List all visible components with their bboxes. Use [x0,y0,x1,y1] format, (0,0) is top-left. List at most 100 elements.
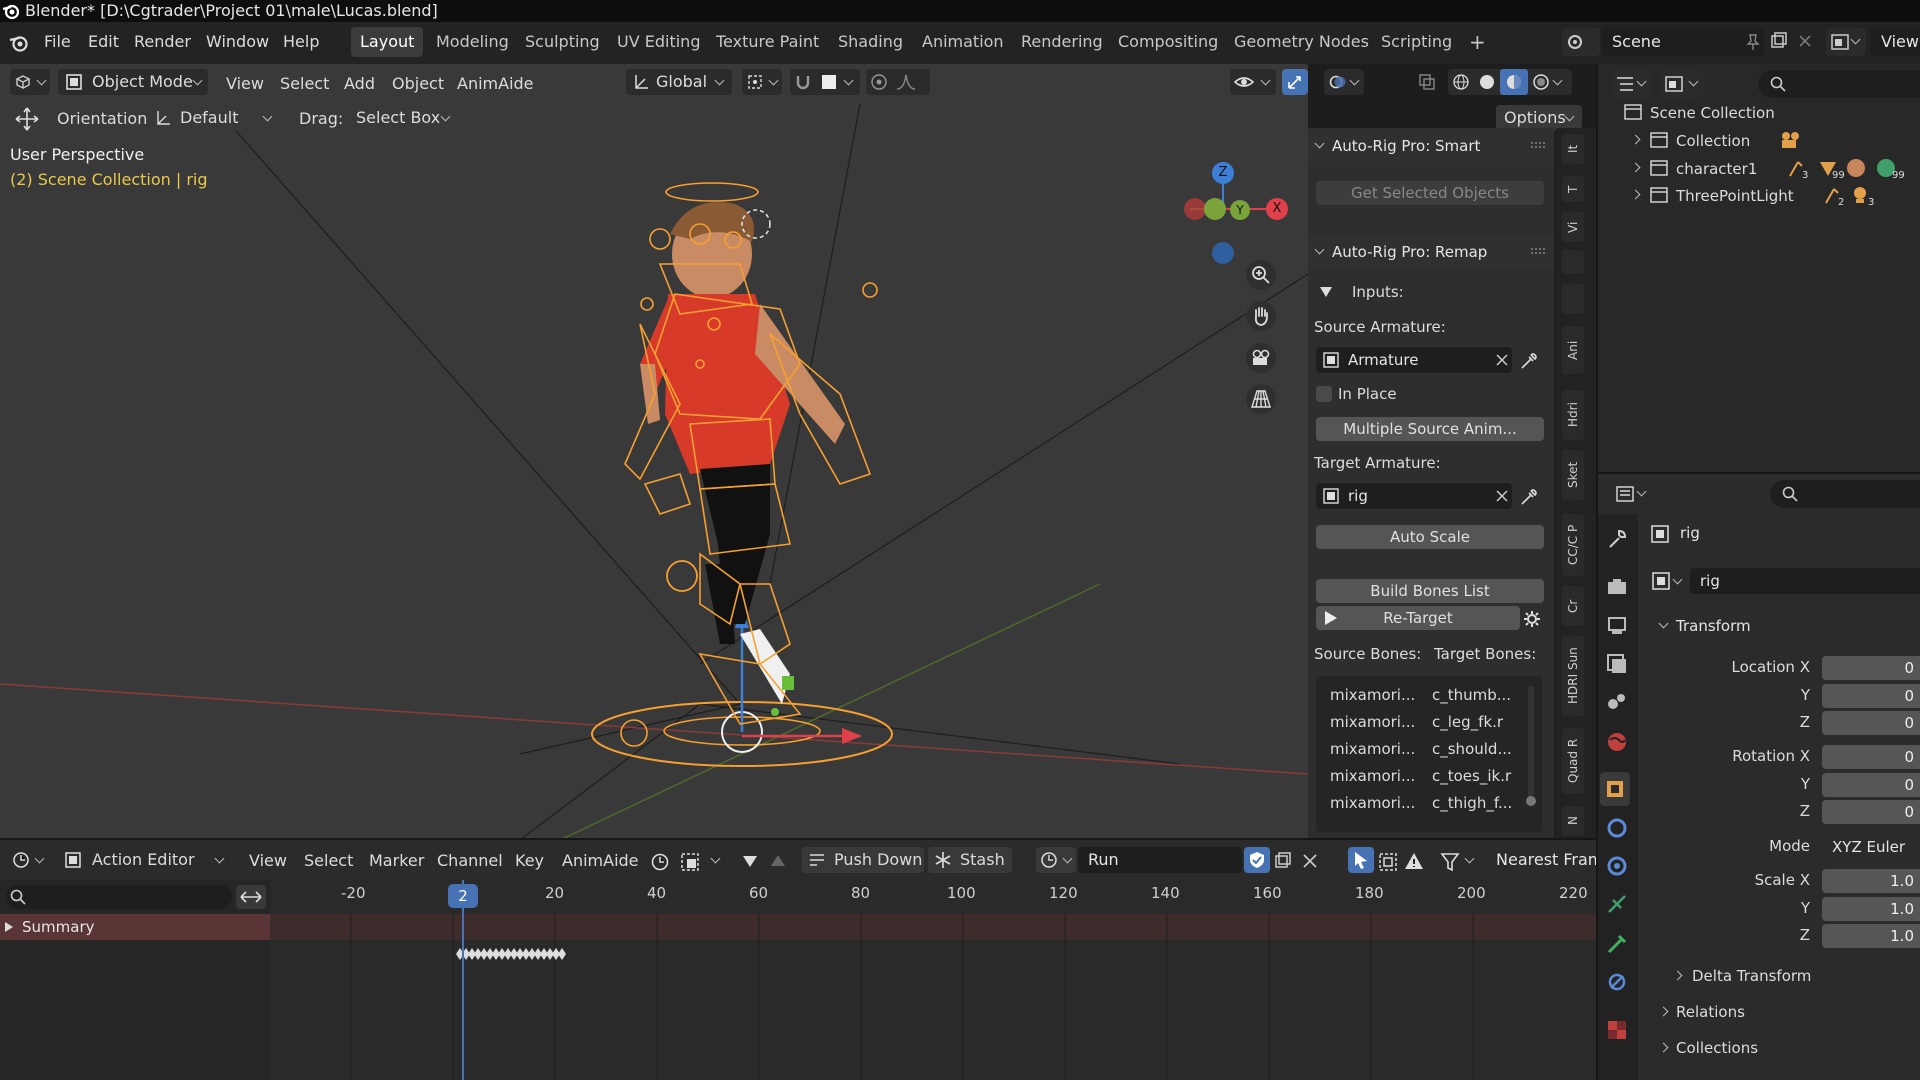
delta-transform-header[interactable]: Delta Transform [1664,964,1920,990]
tab-sculpting[interactable]: Sculpting [516,27,609,57]
only-show-selected-button[interactable] [1348,847,1374,873]
bone-target[interactable]: c_leg_fk.r [1432,713,1503,731]
action-up-icon[interactable] [770,854,786,868]
tab-layout[interactable]: Layout [351,27,424,57]
head-halo-control[interactable] [665,182,759,202]
list-scroll-thumb[interactable] [1526,796,1536,806]
bone-source[interactable]: mixamori... [1330,767,1415,785]
drag-selector[interactable]: Select Box [350,105,456,131]
timeline-menu-marker[interactable]: Marker [369,851,424,870]
visibility-button[interactable] [1230,69,1276,95]
bone-target[interactable]: c_thumb... [1432,686,1511,704]
menu-window[interactable]: Window [206,32,269,51]
properties-editor-type-button[interactable] [1612,480,1652,508]
new-scene-icon[interactable] [1770,32,1788,50]
rotation-x-field[interactable]: 0 [1822,745,1920,769]
viewport-menu-add[interactable]: Add [344,74,375,93]
object-browse-button[interactable] [1648,568,1688,594]
bone-constraint-icon[interactable] [1605,970,1629,994]
proportional-editing-group[interactable] [866,69,930,95]
rendered-shading-icon[interactable] [1532,73,1550,91]
sidebar-tab-hdri-sun[interactable]: HDRI Sun [1562,636,1584,716]
timeline-menu-channel[interactable]: Channel [437,851,503,870]
bone-source[interactable]: mixamori... [1330,686,1415,704]
move-tool-icon[interactable] [14,106,40,132]
sidebar-tab-sket[interactable]: Sket [1562,450,1584,500]
tab-rendering[interactable]: Rendering [1012,27,1112,57]
pin-icon[interactable] [1746,34,1760,50]
collections-header[interactable]: Collections [1650,1036,1920,1062]
hand-ik-control[interactable] [666,560,698,592]
scale-y-field[interactable]: 1.0 [1822,897,1920,921]
sidebar-tab-view[interactable]: Vi [1562,212,1584,242]
view-layer-selector[interactable]: ViewL [1870,28,1920,56]
drag-handle-icon[interactable] [1530,141,1546,149]
outliner-editor-type-button[interactable] [1612,70,1652,98]
location-y-field[interactable]: 0 [1822,684,1920,708]
action-editor-mode-selector[interactable]: Action Editor [58,847,230,873]
properties-search[interactable] [1770,480,1920,508]
area-separator[interactable] [0,838,1596,840]
sidebar-tab-item[interactable]: It [1562,134,1584,164]
fuzzy-search-toggle[interactable] [236,885,266,909]
viewport-menu-view[interactable]: View [226,74,264,93]
clear-icon[interactable] [1496,354,1508,366]
snap-increment-icon[interactable] [822,75,836,89]
fake-user-button[interactable] [1244,847,1270,873]
sidebar-tab-n[interactable]: N [1562,806,1584,836]
show-hidden-icon[interactable] [1378,852,1398,872]
tab-shading[interactable]: Shading [829,27,912,57]
tab-scripting[interactable]: Scripting [1372,27,1461,57]
xray-icon[interactable] [1418,73,1436,91]
stash-button[interactable]: Stash [928,847,1012,873]
scale-x-field[interactable]: 1.0 [1822,869,1920,893]
wireframe-shading-icon[interactable] [1452,73,1470,91]
multiple-source-anim-button[interactable]: Multiple Source Anim... [1316,417,1544,441]
zoom-button[interactable] [1246,260,1276,290]
gizmo-neg-x-handle[interactable] [1184,198,1206,220]
view-layer-browse-button[interactable] [1826,28,1866,56]
in-place-checkbox[interactable] [1316,386,1332,402]
eyedropper-icon[interactable] [1519,351,1539,371]
tab-uv-editing[interactable]: UV Editing [608,27,709,57]
physics-properties-icon[interactable] [1605,854,1629,878]
retarget-button[interactable]: Re-Target [1316,606,1520,630]
action-editor[interactable]: Action Editor View Select Marker Channel… [0,840,1598,1080]
build-bones-list-button[interactable]: Build Bones List [1316,579,1544,603]
only-errors-icon[interactable] [1404,851,1424,871]
pan-button[interactable] [1246,301,1276,331]
menu-render[interactable]: Render [134,32,191,51]
tool-properties-icon[interactable] [1605,527,1629,551]
expand-arrow-icon[interactable] [1630,189,1641,200]
scene-collection-label[interactable]: Scene Collection [1650,104,1775,122]
bones-list[interactable]: mixamori... c_thumb... mixamori... c_leg… [1316,676,1542,832]
location-z-field[interactable]: 0 [1822,711,1920,735]
relations-header[interactable]: Relations [1650,1000,1920,1026]
delete-scene-icon[interactable] [1797,33,1813,49]
foot-ik-control-l[interactable] [620,719,648,747]
arp-smart-header[interactable]: Auto-Rig Pro: Smart [1308,130,1554,162]
editor-type-button[interactable] [8,847,48,873]
render-properties-icon[interactable] [1605,575,1629,599]
gizmo-y-handle[interactable]: Y [1230,200,1250,220]
viewport-menu-object[interactable]: Object [392,74,444,93]
tab-compositing[interactable]: Compositing [1109,27,1227,57]
texture-properties-icon[interactable] [1605,1018,1629,1042]
action-browse-button[interactable] [1036,847,1076,873]
sidebar-tab-hdri[interactable]: Hdri [1562,390,1584,440]
sidebar-tab-cr[interactable]: Cr [1562,586,1584,626]
rotation-z-field[interactable]: 0 [1822,800,1920,824]
viewport-menu-animaide[interactable]: AnimAide [457,74,534,93]
push-down-button[interactable]: Push Down [802,847,924,873]
gizmo-toggle-button[interactable] [1282,69,1308,95]
tab-geometry-nodes[interactable]: Geometry Nodes [1225,27,1378,57]
source-armature-field[interactable]: Armature [1316,347,1512,373]
action-down-icon[interactable] [742,854,758,868]
viewport-menu-select[interactable]: Select [280,74,329,93]
snap-magnet-icon[interactable] [794,73,812,91]
target-armature-field[interactable]: rig [1316,483,1512,509]
transform-panel-header[interactable]: Transform [1650,612,1920,642]
current-frame-indicator[interactable]: 2 [448,884,478,908]
scale-z-field[interactable]: 1.0 [1822,924,1920,948]
eyedropper-icon[interactable] [1519,487,1539,507]
